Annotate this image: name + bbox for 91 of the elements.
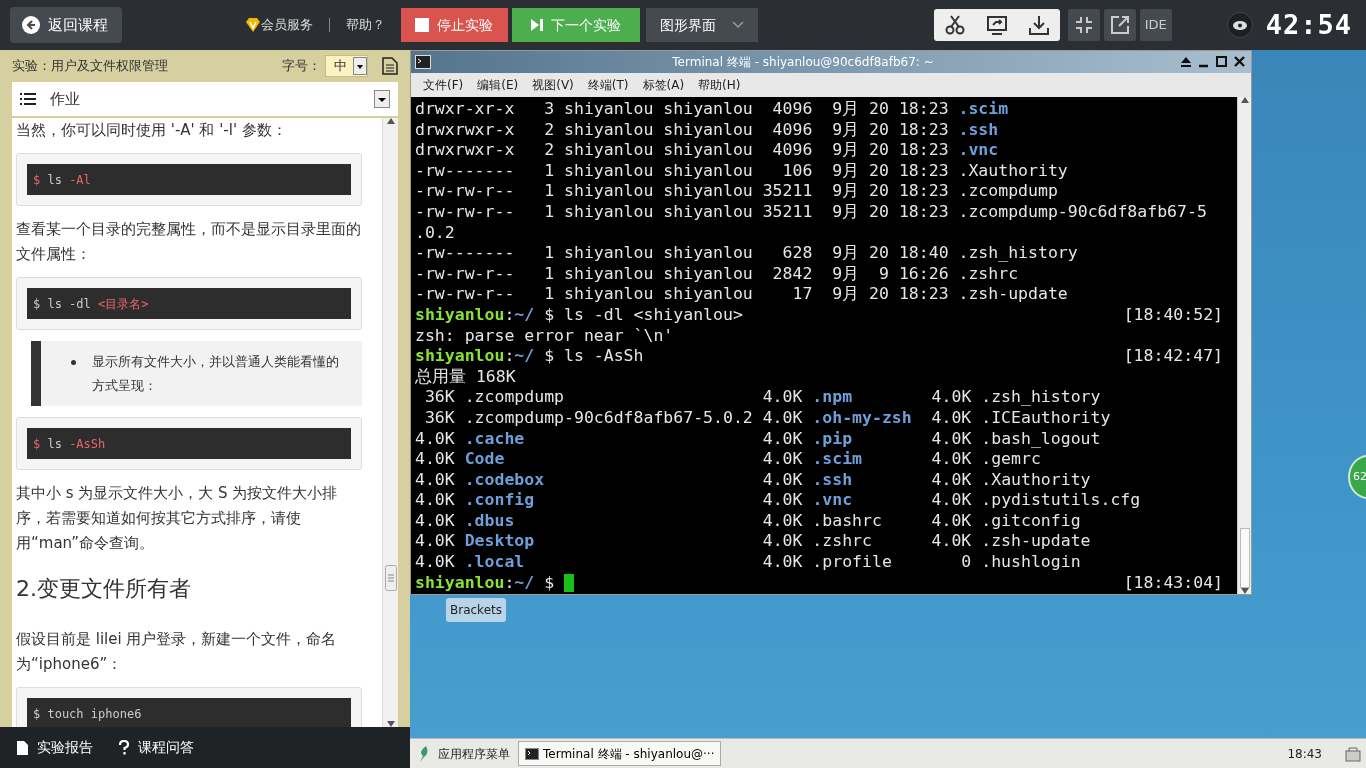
timestamp: [18:43:04] <box>1123 572 1223 594</box>
tray-icon[interactable] <box>1344 744 1362 763</box>
menu-item[interactable]: 帮助(H) <box>698 76 741 94</box>
terminal-line: 4.0K Code 4.0K .scim 4.0K .gemrc <box>415 449 1041 470</box>
timestamp: [18:42:47] <box>1123 346 1223 367</box>
terminal-line: -rw------- 1 shiyanlou shiyanlou 628 9月 20 18:40 .zsh_history <box>415 243 1078 264</box>
timer: 42:54 <box>1265 7 1352 42</box>
external-button[interactable] <box>1103 9 1136 41</box>
terminal-line: .0.2 <box>415 222 455 244</box>
back-button[interactable]: 返回课程 <box>10 7 122 43</box>
menu-item[interactable]: 文件(F) <box>423 76 464 94</box>
scroll-up-icon <box>1240 97 1249 103</box>
skip-icon <box>530 19 543 31</box>
document-icon[interactable] <box>382 57 398 75</box>
dropdown-icon <box>353 57 367 75</box>
download-icon[interactable] <box>1027 14 1050 36</box>
paragraph: 假设目前是 lilei 用户登录，新建一个文件，命名为“iphone6”： <box>16 629 338 675</box>
diamond-icon <box>244 18 261 32</box>
compress-button[interactable] <box>1067 9 1100 41</box>
terminal-line: shiyanlou:~/ $ ls -dl <shiyanlou> <box>415 304 743 326</box>
terminal-line: 4.0K .codebox 4.0K .ssh 4.0K .Xauthority <box>415 469 1091 491</box>
external-link-icon <box>1109 15 1130 35</box>
terminal-line: drwxrwxr-x 2 shiyanlou shiyanlou 4096 9月 20 18:23 .vnc <box>415 140 999 161</box>
terminal-line: -rw-rw-r-- 1 shiyanlou shiyanlou 35211 9月 20 18:23 .zcompdump-90c6df8afb67-5 <box>415 201 1207 223</box>
terminal-line: -rw-rw-r-- 1 shiyanlou shiyanlou 17 9月 20 18:23 .zsh-update <box>415 284 1068 305</box>
paragraph: 当然，你可以同时使用 '-A' 和 '-l' 参数： <box>16 120 288 141</box>
bottom-link[interactable]: 实验报告 <box>16 737 93 758</box>
menu-item[interactable]: 视图(V) <box>532 76 574 94</box>
font-size-label: 字号： <box>282 57 321 76</box>
lesson-title: 实验：用户及文件权限管理 <box>12 57 169 76</box>
eye-button[interactable] <box>1226 12 1253 38</box>
terminal-line: -rw-rw-r-- 1 shiyanlou shiyanlou 2842 9月 9 16:26 .zshrc <box>415 263 1019 285</box>
compress-icon <box>1074 16 1093 34</box>
font-size-select[interactable]: 中 <box>325 55 368 77</box>
heading: 2.变更文件所有者 <box>16 575 192 603</box>
scroll-thumb[interactable] <box>1239 528 1250 588</box>
paragraph: 查看某一个目录的完整属性，而不是显示目录里面的文件属性： <box>16 219 362 265</box>
leaf-icon <box>418 745 430 762</box>
terminal-line: 4.0K .config 4.0K .vnc 4.0K .pydistutils.cfg <box>415 490 1141 511</box>
scroll-up-icon <box>386 118 395 124</box>
terminal-line: drwxrwxr-x 2 shiyanlou shiyanlou 4096 9月 20 18:23 .ssh <box>415 119 999 141</box>
terminal-line: -rw------- 1 shiyanlou shiyanlou 106 9月 20 18:23 .Xauthority <box>415 160 1068 182</box>
terminal-line: shiyanlou:~/ $ ls -AsSh <box>415 346 644 367</box>
menu-item[interactable]: 编辑(E) <box>477 76 519 94</box>
list-icon <box>20 93 36 105</box>
bullet-icon <box>71 360 76 365</box>
square-icon <box>415 18 430 32</box>
help-link[interactable]: 帮助？ <box>345 15 385 35</box>
paragraph: 其中小 s 为显示文件大小，大 S 为按文件大小排序，若需要知道如何按其它方式排序，请使用“man”命令查询。 <box>16 483 339 554</box>
terminal-line: 总用量 168K <box>415 366 516 388</box>
terminal-line: shiyanlou:~/ $ <box>415 572 556 594</box>
terminal-line: -rw-rw-r-- 1 shiyanlou shiyanlou 35211 9月 20 18:23 .zcompdump <box>415 181 1058 202</box>
dropdown-icon <box>374 90 390 108</box>
taskbar-button[interactable]: Terminal 终端 - shiyanlou@··· <box>518 741 722 766</box>
clock: 18:43 <box>1287 745 1322 763</box>
eye-icon <box>1232 20 1247 30</box>
terminal-line: zsh: parse error near `\n' <box>415 325 674 347</box>
terminal-line: drwxr-xr-x 3 shiyanlou shiyanlou 4096 9月 20 18:23 .scim <box>415 99 1009 120</box>
menu-item[interactable]: 终端(T) <box>587 76 629 94</box>
timestamp: [18:40:52] <box>1123 304 1223 326</box>
vip-link[interactable]: 会员服务 <box>244 15 313 35</box>
terminal-line: 36K .zcompdump 4.0K .npm 4.0K .zsh_history <box>423 387 1101 408</box>
terminal-icon <box>525 747 539 760</box>
terminal-icon <box>415 55 431 69</box>
list-item: 显示所有文件大小，并以普通人类能看懂的方式呈现： <box>92 353 340 395</box>
app-menu[interactable]: 应用程序菜单 <box>418 744 510 763</box>
terminal-line: 4.0K .dbus 4.0K .bashrc 4.0K .gitconfig <box>415 510 1081 532</box>
document-icon <box>16 739 29 756</box>
terminal-line: 36K .zcompdump-90c6df8afb67-5.0.2 4.0K .oh-my-zsh 4.0K .ICEauthority <box>423 407 1111 429</box>
terminal-line: 4.0K .cache 4.0K .pip 4.0K .bash_logout <box>415 428 1101 450</box>
mode-dropdown[interactable]: 图形界面 <box>645 8 758 42</box>
terminal-scrollbar[interactable] <box>1237 97 1251 594</box>
desktop-icon-label[interactable]: Brackets <box>446 598 506 622</box>
chevron-icon <box>731 21 744 29</box>
menu-item[interactable]: 标签(A) <box>642 76 685 94</box>
close-icon[interactable] <box>1233 55 1247 69</box>
screen-icon[interactable] <box>985 14 1008 36</box>
back-icon <box>22 16 40 34</box>
scroll-thumb[interactable] <box>384 565 397 591</box>
window-title: Terminal 终端 - shiyanlou@90c6df8afb67: ~ <box>671 54 935 71</box>
eject-icon[interactable] <box>1179 55 1193 69</box>
scrollbar[interactable] <box>382 118 398 727</box>
ide-button[interactable]: IDE <box>1139 9 1172 41</box>
section-select[interactable]: 作业 <box>12 82 398 116</box>
terminal-line: 4.0K .local 4.0K .profile 0 .hushlogin <box>415 552 1081 573</box>
question-icon <box>117 739 130 756</box>
maximize-icon[interactable] <box>1215 55 1229 69</box>
bottom-link[interactable]: 课程问答 <box>117 737 194 758</box>
stop-button[interactable]: 停止实验 <box>400 8 508 42</box>
terminal-line: 4.0K Desktop 4.0K .zshrc 4.0K .zsh-update <box>415 531 1091 553</box>
scissors-icon[interactable] <box>943 14 966 36</box>
